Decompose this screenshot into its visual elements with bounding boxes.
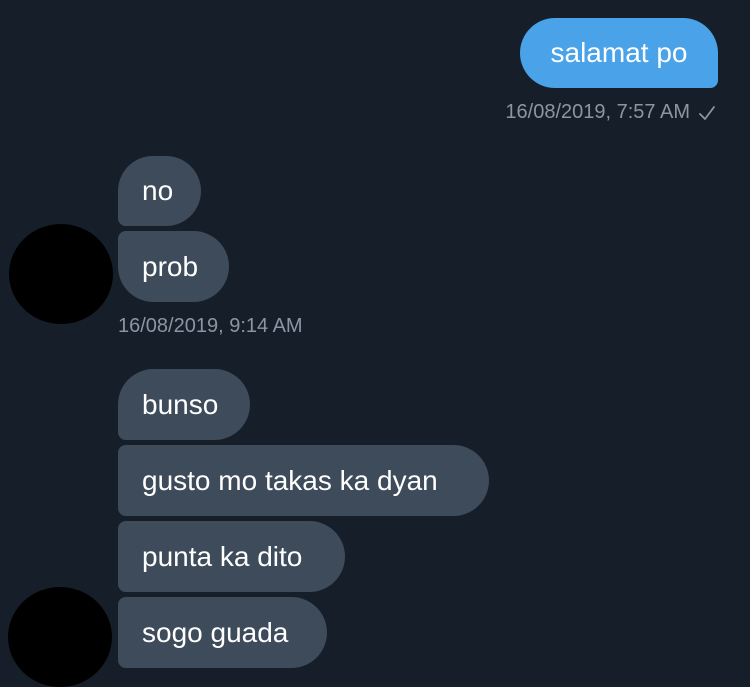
incoming-message-meta: 16/08/2019, 9:14 AM	[118, 315, 303, 338]
outgoing-message-bubble[interactable]: salamat po	[520, 18, 718, 88]
incoming-message-bubble[interactable]: no	[118, 156, 201, 226]
message-timestamp: 16/08/2019, 7:57 AM	[505, 101, 690, 123]
check-icon	[699, 105, 715, 120]
avatar[interactable]	[9, 224, 113, 324]
message-timestamp: 16/08/2019, 9:14 AM	[118, 315, 303, 337]
incoming-message-bubble[interactable]: sogo guada	[118, 597, 327, 668]
incoming-message-bubble[interactable]: punta ka dito	[118, 521, 345, 592]
incoming-message-bubble[interactable]: prob	[118, 231, 229, 302]
message-text: punta ka dito	[142, 540, 303, 572]
message-text: bunso	[142, 388, 219, 420]
message-text: salamat po	[550, 37, 688, 68]
outgoing-message-meta: 16/08/2019, 7:57 AM	[505, 101, 716, 124]
message-text: gusto mo takas ka dyan	[142, 464, 438, 496]
message-text: sogo guada	[142, 616, 289, 648]
incoming-message-bubble[interactable]: bunso	[118, 369, 250, 440]
message-text: no	[142, 175, 174, 206]
message-text: prob	[142, 250, 199, 282]
avatar[interactable]	[8, 587, 112, 687]
incoming-message-bubble[interactable]: gusto mo takas ka dyan	[118, 445, 489, 516]
